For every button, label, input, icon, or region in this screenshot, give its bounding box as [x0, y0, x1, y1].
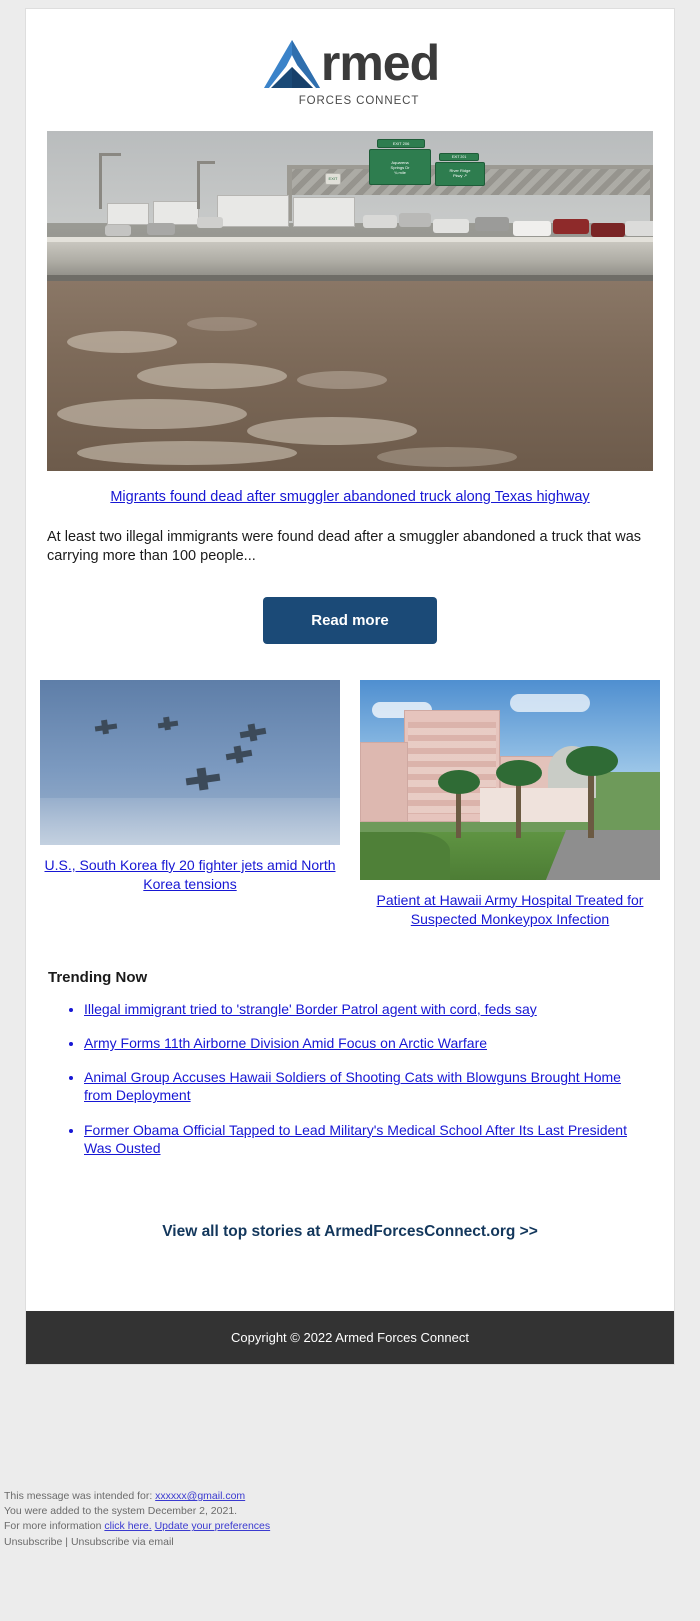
- trending-link-1[interactable]: Illegal immigrant tried to 'strangle' Bo…: [84, 1001, 537, 1017]
- read-more-row: Read more: [47, 596, 653, 644]
- fine-print-line-unsubscribe: Unsubscribe | Unsubscribe via email: [4, 1535, 694, 1550]
- list-item: Army Forms 11th Airborne Division Amid F…: [84, 1034, 652, 1052]
- list-item: Illegal immigrant tried to 'strangle' Bo…: [84, 1000, 652, 1018]
- hero-section: EXIT 206 Aquarena Springs Dr ¾ mile EXIT 2…: [26, 131, 674, 644]
- trending-link-2[interactable]: Army Forms 11th Airborne Division Amid F…: [84, 1035, 487, 1051]
- hawaii-hospital-image[interactable]: [360, 679, 660, 880]
- brand-wordmark: rmed: [320, 35, 440, 91]
- story-card-hospital: Patient at Hawaii Army Hospital Treated …: [360, 679, 660, 929]
- trending-link-3[interactable]: Animal Group Accuses Hawaii Soldiers of …: [84, 1069, 621, 1103]
- view-all-stories-link[interactable]: View all top stories at ArmedForcesConne…: [162, 1223, 538, 1240]
- brand-logo[interactable]: rmed FORCES CONNECT: [261, 35, 440, 107]
- story-caption-hospital: Patient at Hawaii Army Hospital Treated …: [360, 891, 660, 929]
- armed-forces-connect-triangle-logo: [261, 37, 323, 93]
- copyright-bar: Copyright © 2022 Armed Forces Connect: [26, 1310, 674, 1364]
- update-preferences-link[interactable]: Update your preferences: [155, 1520, 271, 1532]
- story-card-jets: U.S., South Korea fly 20 fighter jets am…: [40, 679, 340, 894]
- fighter-jets-image[interactable]: [40, 679, 340, 845]
- brand-tagline: FORCES CONNECT: [298, 95, 420, 107]
- hero-image: EXIT 206 Aquarena Springs Dr ¾ mile EXIT 2…: [47, 131, 653, 471]
- list-item: Animal Group Accuses Hawaii Soldiers of …: [84, 1068, 652, 1104]
- secondary-stories-row: U.S., South Korea fly 20 fighter jets am…: [26, 644, 674, 929]
- story-headline-link-hospital[interactable]: Patient at Hawaii Army Hospital Treated …: [377, 892, 644, 927]
- trending-link-4[interactable]: Former Obama Official Tapped to Lead Mil…: [84, 1122, 627, 1156]
- read-more-button[interactable]: Read more: [263, 596, 437, 644]
- trending-section: Trending Now Illegal immigrant tried to …: [26, 929, 674, 1157]
- fine-print-moreinfo-prefix: For more information: [4, 1520, 105, 1533]
- unsubscribe-separator: |: [62, 1535, 71, 1548]
- trending-list: Illegal immigrant tried to 'strangle' Bo…: [48, 1000, 652, 1157]
- story-headline-link-jets[interactable]: U.S., South Korea fly 20 fighter jets am…: [44, 857, 335, 892]
- hero-summary-text: At least two illegal immigrants were fou…: [47, 529, 642, 565]
- fine-print-line-intended-for: This message was intended for: xxxxxx@gm…: [4, 1489, 694, 1504]
- list-item: Former Obama Official Tapped to Lead Mil…: [84, 1121, 652, 1157]
- email-card: rmed FORCES CONNECT EXIT 206 Aquarena Sp…: [25, 8, 675, 1365]
- email-fine-print: This message was intended for: xxxxxx@gm…: [4, 1489, 694, 1550]
- trending-title: Trending Now: [48, 968, 148, 986]
- email-newsletter-page: rmed FORCES CONNECT EXIT 206 Aquarena Sp…: [0, 0, 700, 1621]
- click-here-link[interactable]: click here.: [104, 1520, 151, 1532]
- hero-headline-link[interactable]: Migrants found dead after smuggler aband…: [110, 489, 589, 505]
- unsubscribe-link[interactable]: Unsubscribe: [4, 1536, 62, 1548]
- story-caption-jets: U.S., South Korea fly 20 fighter jets am…: [40, 856, 340, 894]
- recipient-email-link[interactable]: xxxxxx@gmail.com: [155, 1490, 245, 1502]
- fine-print-line-added-date: You were added to the system December 2,…: [4, 1505, 238, 1518]
- view-all-row: View all top stories at ArmedForcesConne…: [26, 1173, 674, 1311]
- unsubscribe-via-email-link[interactable]: Unsubscribe via email: [71, 1536, 174, 1548]
- hero-headline-link-wrap: Migrants found dead after smuggler aband…: [47, 488, 653, 506]
- fine-print-line-more-info: For more information click here. Update …: [4, 1519, 694, 1534]
- email-header: rmed FORCES CONNECT: [26, 9, 674, 131]
- fine-print-intended-prefix: This message was intended for:: [4, 1490, 156, 1502]
